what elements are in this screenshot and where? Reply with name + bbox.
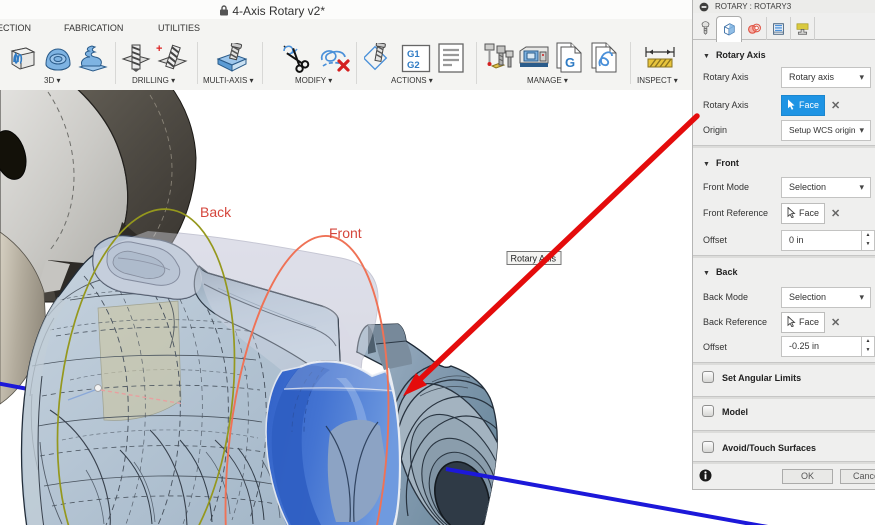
svg-text:G2: G2 — [407, 60, 420, 71]
svg-text:Back: Back — [200, 204, 232, 220]
svg-text:+: + — [156, 43, 162, 55]
svg-text:G1: G1 — [407, 49, 420, 60]
svg-text:Front: Front — [329, 225, 362, 241]
svg-text:G: G — [565, 55, 575, 70]
svg-text:Rotary Axis: Rotary Axis — [511, 254, 557, 264]
